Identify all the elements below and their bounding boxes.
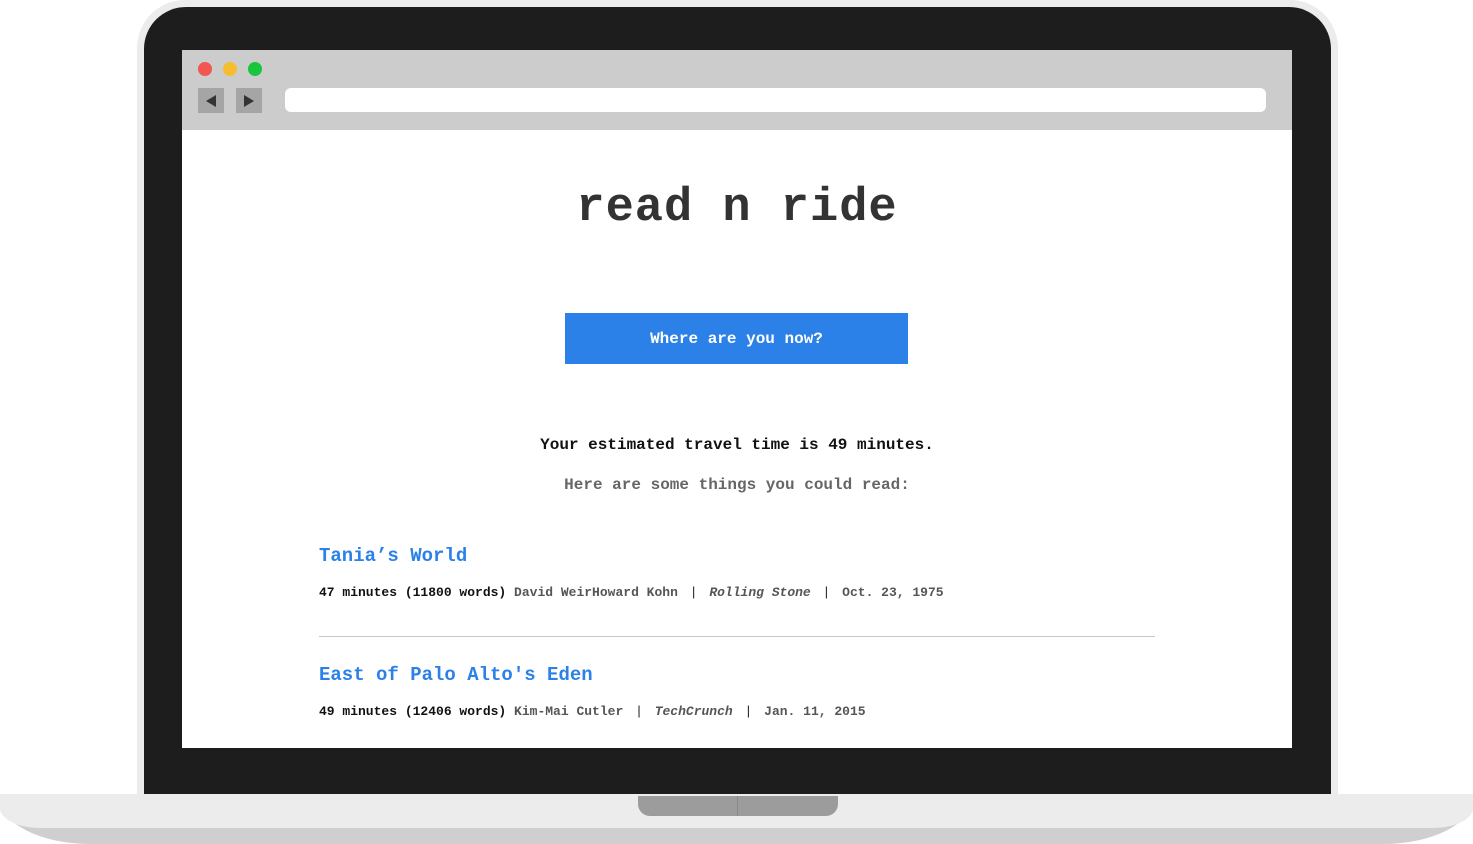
- triangle-left-icon: [206, 94, 216, 107]
- notch-divider: [737, 796, 738, 816]
- back-button[interactable]: [198, 88, 224, 113]
- laptop-mockup: read n ride Where are you now? Your esti…: [0, 0, 1473, 844]
- article-item: Tania’s World 47 minutes (11800 words) D…: [319, 544, 1155, 600]
- article-meta: 49 minutes (12406 words) Kim-Mai Cutler …: [319, 704, 1155, 719]
- article-meta: 47 minutes (11800 words) David WeirHowar…: [319, 585, 1155, 600]
- article-author: David WeirHoward Kohn: [514, 585, 678, 600]
- page-content: read n ride Where are you now? Your esti…: [182, 130, 1292, 748]
- article-title-link[interactable]: Tania’s World: [319, 544, 1155, 568]
- article-title-link[interactable]: East of Palo Alto's Eden: [319, 663, 1155, 687]
- minimize-window-button[interactable]: [223, 62, 237, 76]
- meta-separator: |: [822, 585, 831, 600]
- travel-time-message: Your estimated travel time is 49 minutes…: [540, 436, 934, 454]
- browser-window: read n ride Where are you now? Your esti…: [182, 50, 1292, 748]
- article-reading-time: 47 minutes (11800 words): [319, 585, 507, 600]
- article-date: Oct. 23, 1975: [842, 585, 944, 600]
- article-author: Kim-Mai Cutler: [514, 704, 624, 719]
- article-date: Jan. 11, 2015: [764, 704, 866, 719]
- laptop-notch: [638, 796, 838, 816]
- triangle-right-icon: [244, 94, 254, 107]
- maximize-window-button[interactable]: [248, 62, 262, 76]
- locate-button[interactable]: Where are you now?: [565, 313, 908, 364]
- meta-separator: |: [635, 704, 643, 719]
- article-source: Rolling Stone: [709, 585, 811, 600]
- article-source: TechCrunch: [654, 704, 733, 719]
- close-window-button[interactable]: [198, 62, 212, 76]
- article-item: East of Palo Alto's Eden 49 minutes (124…: [319, 663, 1155, 719]
- meta-separator: |: [689, 585, 698, 600]
- article-divider: [319, 636, 1155, 637]
- meta-separator: |: [744, 704, 753, 719]
- browser-toolbar: [182, 50, 1292, 130]
- forward-button[interactable]: [236, 88, 262, 113]
- suggestions-heading: Here are some things you could read:: [564, 476, 910, 494]
- site-title: read n ride: [576, 182, 898, 235]
- address-bar[interactable]: [285, 88, 1266, 112]
- article-reading-time: 49 minutes (12406 words): [319, 704, 507, 719]
